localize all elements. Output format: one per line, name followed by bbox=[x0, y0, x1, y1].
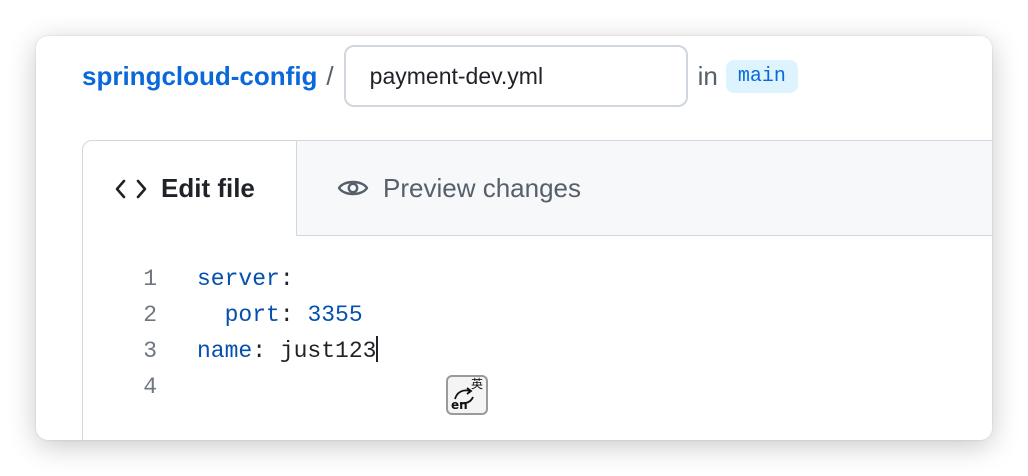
line-number: 4 bbox=[143, 374, 157, 400]
line-content: name: just123 bbox=[197, 333, 379, 369]
text-cursor bbox=[376, 336, 379, 362]
yaml-key: server bbox=[197, 266, 280, 292]
repo-link[interactable]: springcloud-config bbox=[82, 61, 317, 92]
yaml-colon: : bbox=[279, 302, 308, 328]
line-number: 3 bbox=[143, 338, 157, 364]
yaml-indent bbox=[197, 302, 225, 328]
yaml-key: name bbox=[197, 338, 253, 364]
line-content: port: 3355 bbox=[197, 297, 363, 333]
branch-badge[interactable]: main bbox=[725, 59, 798, 93]
path-separator: / bbox=[326, 60, 334, 91]
input-method-indicator: 英 en bbox=[446, 375, 488, 415]
code-line: 2 port: 3355 bbox=[83, 297, 992, 333]
tab-edit-file-label: Edit file bbox=[161, 173, 255, 203]
code-icon bbox=[115, 179, 147, 199]
editor-window: springcloud-config / in main Edit file bbox=[36, 36, 992, 440]
tab-preview-changes[interactable]: Preview changes bbox=[297, 141, 581, 235]
in-label: in bbox=[697, 60, 718, 91]
filename-input[interactable] bbox=[343, 45, 688, 107]
code-line: 4 bbox=[83, 369, 992, 405]
code-editor[interactable]: 1 server: 2 port: 3355 3 name: just123 4 bbox=[83, 237, 992, 440]
yaml-key: port bbox=[224, 302, 280, 328]
line-number: 2 bbox=[143, 302, 157, 328]
code-line: 3 name: just123 bbox=[83, 333, 992, 369]
yaml-colon: : bbox=[252, 338, 280, 364]
yaml-value: just123 bbox=[279, 338, 377, 364]
line-number: 1 bbox=[143, 266, 157, 292]
file-path-header: springcloud-config / in main bbox=[82, 44, 798, 108]
tab-preview-changes-label: Preview changes bbox=[383, 172, 581, 203]
ime-chinese-label: 英 bbox=[470, 377, 483, 391]
editor-tabbar: Edit file Preview changes bbox=[83, 141, 992, 236]
tab-edit-file[interactable]: Edit file bbox=[83, 141, 297, 236]
ime-english-label: en bbox=[451, 398, 468, 412]
line-content: server: bbox=[197, 261, 294, 297]
yaml-colon: : bbox=[279, 266, 294, 292]
eye-icon bbox=[337, 177, 369, 199]
yaml-value: 3355 bbox=[307, 302, 363, 328]
file-editor: Edit file Preview changes 1 server: 2 po… bbox=[82, 140, 992, 440]
code-line: 1 server: bbox=[83, 261, 992, 297]
